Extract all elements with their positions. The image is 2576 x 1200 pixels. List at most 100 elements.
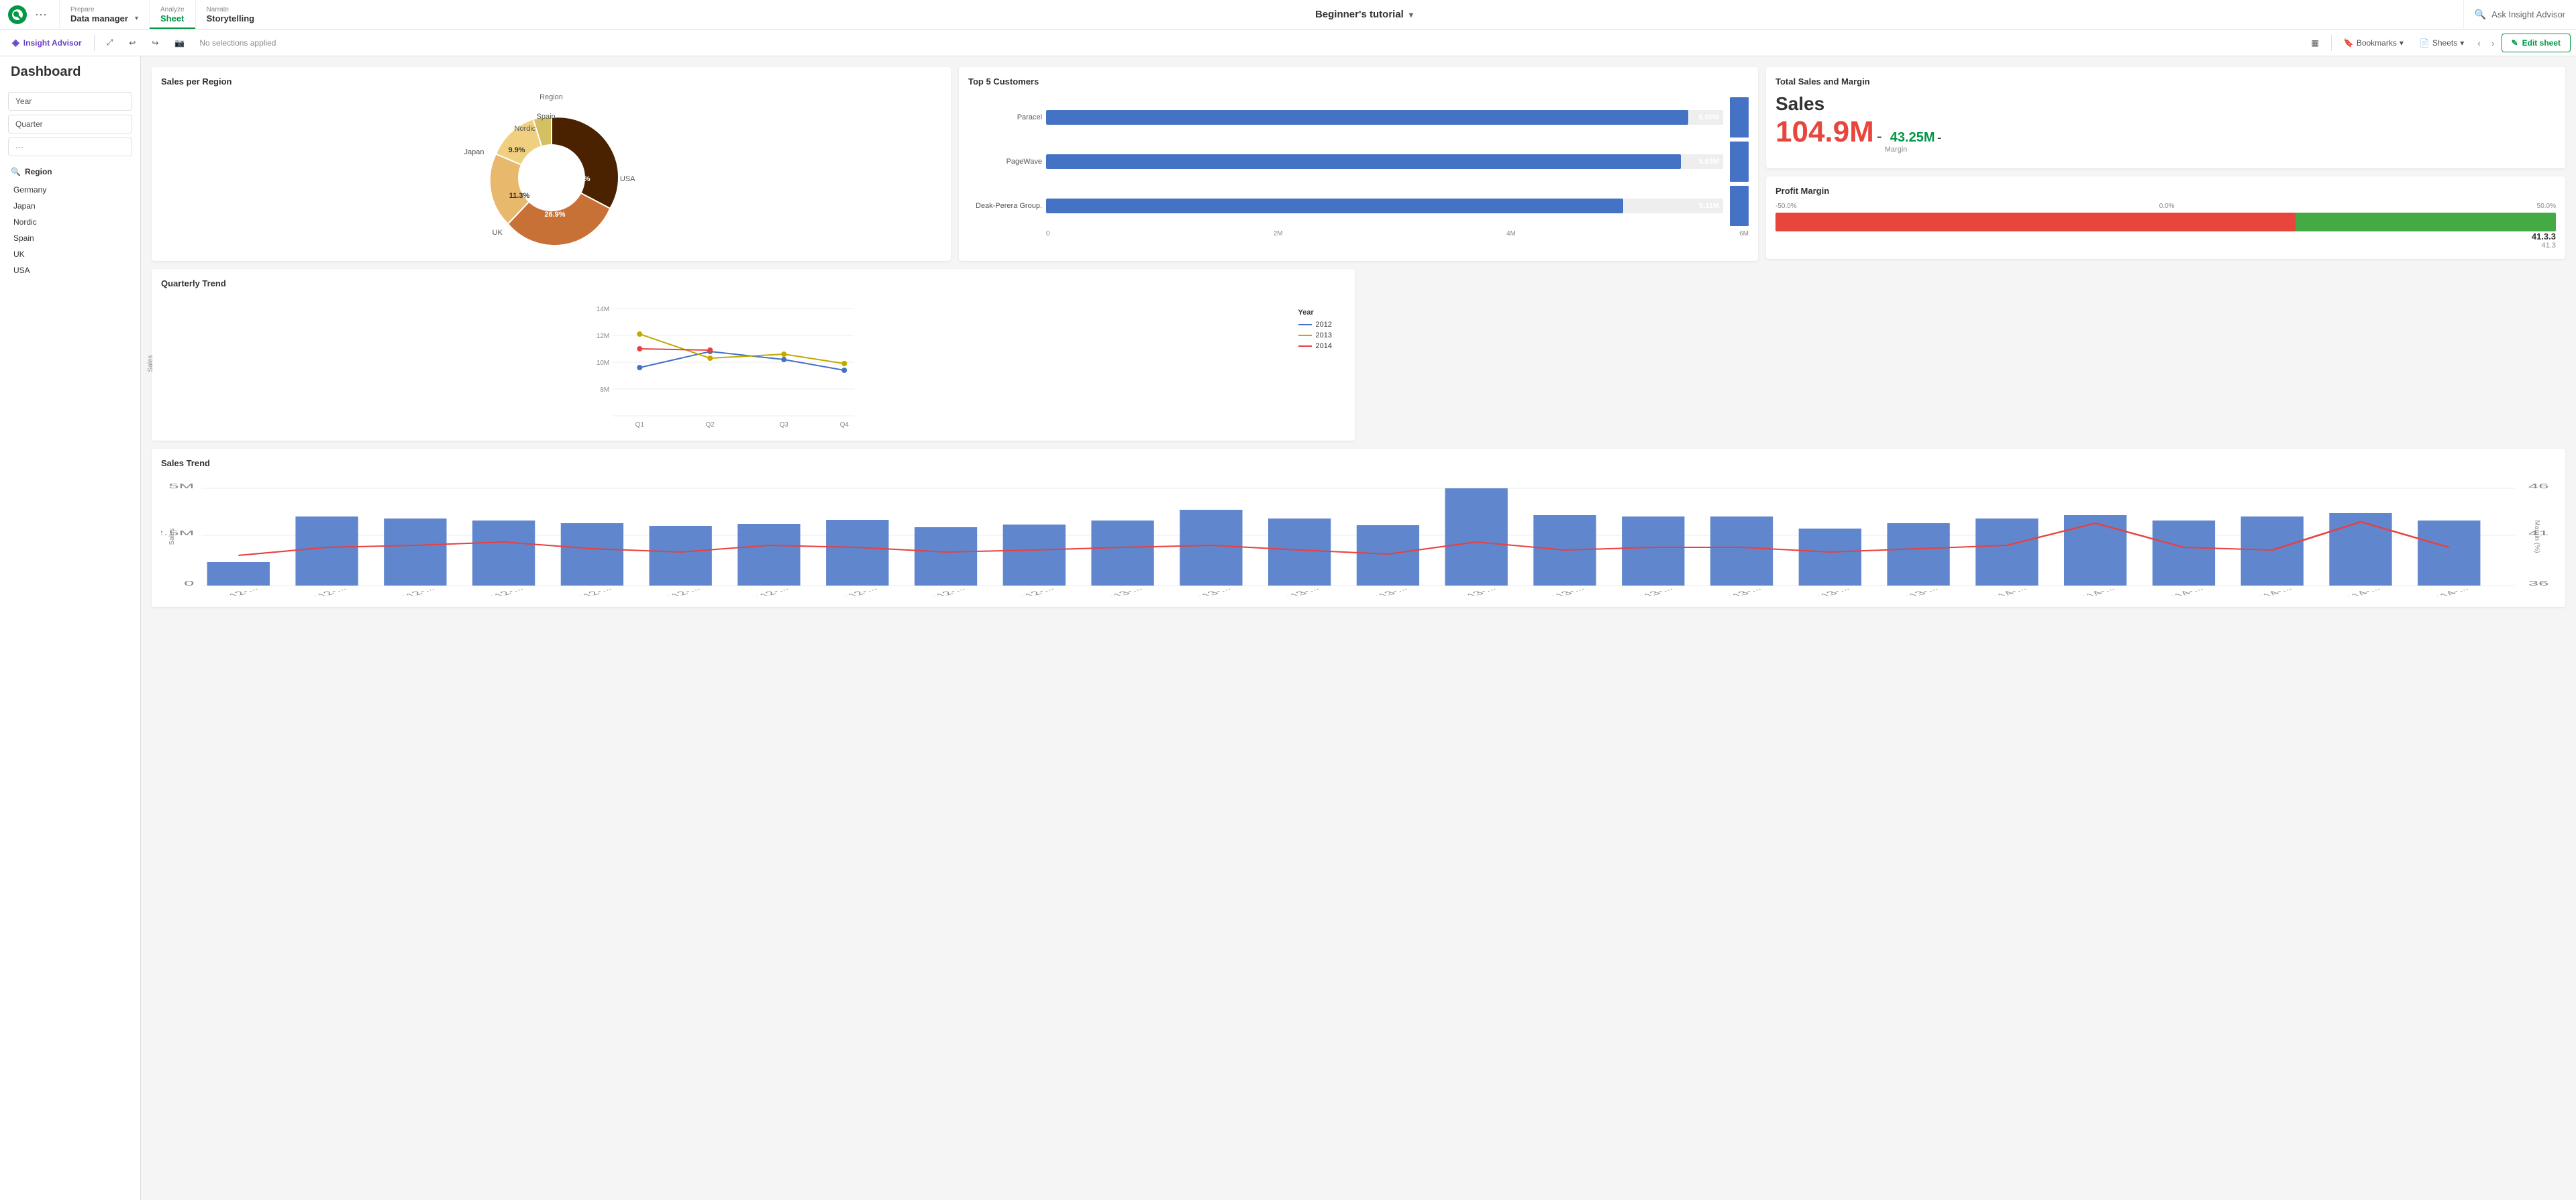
kpi-sales-value: 104.9M [1775,117,1874,147]
svg-text:2013-...: 2013-... [1717,586,1764,596]
bar-track-deakperera[interactable]: 5.11M [1046,199,1723,213]
svg-text:2012-...: 2012-... [656,586,703,596]
main-layout: Dashboard Year Quarter ··· 🔍 Region Germ… [0,56,2576,1200]
region-item-japan[interactable]: Japan [0,198,140,214]
bar-row-paracel: Paracel 5.69M [968,97,1749,138]
camera-icon: 📷 [174,38,185,48]
svg-text:2012-...: 2012-... [744,586,791,596]
region-item-nordic[interactable]: Nordic [0,214,140,230]
bar-mini-deakperera[interactable] [1730,186,1749,226]
edit-sheet-button[interactable]: ✎ Edit sheet [2502,34,2571,52]
region-item-germany[interactable]: Germany [0,182,140,198]
region-list: Germany Japan Nordic Spain UK USA [0,179,140,281]
svg-text:45.5%: 45.5% [569,175,590,183]
bar-row-pagewave: PageWave 5.63M [968,142,1749,182]
narrate-nav: Narrate Storytelling [195,0,266,29]
bar-label-paracel: Paracel [968,113,1042,121]
prepare-arrow-icon: ▾ [135,15,138,22]
nav-forward-icon[interactable]: › [2487,35,2499,51]
svg-text:2013-...: 2013-... [1894,586,1941,596]
bar-track-paracel[interactable]: 5.69M [1046,110,1723,125]
bar-fill-pagewave [1046,154,1681,169]
profit-margin-value: 41.3.3 [1775,231,2556,241]
top5-title: Top 5 Customers [968,76,1749,87]
bookmarks-chevron-icon: ▾ [2400,38,2404,48]
svg-text:2013-...: 2013-... [1186,586,1233,596]
toolbar-right: ▦ 🔖 Bookmarks ▾ 📄 Sheets ▾ ‹ › ✎ Edit sh… [2305,34,2571,52]
bar-mini-pagewave[interactable] [1730,142,1749,182]
region-item-usa[interactable]: USA [0,262,140,278]
profit-margin-axis: -50.0% 0.0% 50.0% [1775,203,2556,210]
spain-label: Spain [537,113,556,121]
qlik-logo-icon[interactable] [8,5,27,24]
pencil-icon: ✎ [2512,38,2518,48]
app-title-area: Beginner's tutorial ▾ [265,0,2463,29]
app-menu-dots[interactable]: ··· [31,7,51,21]
svg-text:2014-...: 2014-... [2336,586,2383,596]
ask-advisor-label: Ask Insight Advisor [2491,9,2565,19]
nav-back-icon[interactable]: ‹ [2473,35,2485,51]
svg-text:2013-...: 2013-... [1098,586,1145,596]
bar-value-deakperera: 5.11M [1699,202,1719,210]
region-item-uk[interactable]: UK [0,246,140,262]
sidebar: Dashboard Year Quarter ··· 🔍 Region Germ… [0,56,141,1200]
svg-text:2014-...: 2014-... [2248,586,2295,596]
svg-text:26.9%: 26.9% [544,211,565,219]
bar-track-pagewave[interactable]: 5.63M [1046,154,1723,169]
logo-area: ··· [0,0,59,29]
legend-2013: 2013 [1298,331,1345,339]
expand-button[interactable]: ⤢ [100,35,120,50]
more-filters[interactable]: ··· [8,138,132,156]
app-title-chevron-icon[interactable]: ▾ [1409,10,1413,19]
search-icon: 🔍 [2475,9,2486,20]
svg-text:2013-...: 2013-... [1452,586,1499,596]
snapshot-button[interactable]: 📷 [168,36,191,50]
kpi-sales-label: Sales [1775,93,2556,115]
analyze-nav: Analyze Sheet [149,0,195,29]
prepare-nav-item[interactable]: Prepare Data manager ▾ [60,0,149,29]
svg-text:2012-...: 2012-... [568,586,615,596]
svg-text:46: 46 [2528,482,2549,490]
narrate-nav-item[interactable]: Narrate Storytelling [196,0,266,29]
kpi-margin-value: 43.25M [1890,130,1935,145]
insight-advisor-button[interactable]: ◈ Insight Advisor [5,34,89,51]
qt-y-axis-label: Sales [147,355,154,372]
analyze-nav-item[interactable]: Analyze Sheet [150,0,195,29]
region-section: 🔍 Region [0,160,140,179]
kpi-separator: - [1877,127,1882,146]
svg-text:2012-...: 2012-... [921,586,968,596]
japan-label: Japan [464,148,484,156]
svg-text:2012-...: 2012-... [1010,586,1057,596]
kpi-margin-label: Margin [1885,146,1941,154]
svg-text:2012-...: 2012-... [479,586,526,596]
quarterly-trend-svg: 14M 12M 10M 8M Q1 Q2 Q3 Q4 [161,295,1293,429]
svg-text:36: 36 [2528,580,2549,587]
grid-view-button[interactable]: ▦ [2305,36,2326,50]
redo-button[interactable]: ↪ [145,36,165,50]
sales-trend-svg: 5M 2.5M 0 46 41 36 [161,475,2556,596]
bar-mini-paracel[interactable] [1730,97,1749,138]
year-filter[interactable]: Year [8,92,132,111]
profit-margin-title: Profit Margin [1775,186,2556,196]
svg-text:2013-...: 2013-... [1806,586,1853,596]
region-item-spain[interactable]: Spain [0,230,140,246]
svg-text:11.3%: 11.3% [509,192,529,200]
undo-button[interactable]: ↩ [122,36,142,50]
sales-trend-card: Sales Trend Sales Margin (%) 5M 2.5M 0 4… [152,449,2565,607]
quarter-filter[interactable]: Quarter [8,115,132,133]
profit-margin-bar [1775,213,2556,231]
nordic-label: Nordic [515,125,536,133]
bar-fill-deakperera [1046,199,1623,213]
ask-insight-advisor-button[interactable]: 🔍 Ask Insight Advisor [2463,0,2576,29]
top5-customers-card: Top 5 Customers Paracel 5.69M PageWave [959,67,1758,261]
kpi-row: 104.9M - 43.25M - Margin [1775,117,2556,154]
bookmarks-button[interactable]: 🔖 Bookmarks ▾ [2337,36,2410,50]
svg-text:Q3: Q3 [780,421,789,429]
svg-text:2014-...: 2014-... [2071,586,2118,596]
sheets-button[interactable]: 📄 Sheets ▾ [2413,36,2471,50]
svg-text:2012-...: 2012-... [214,586,261,596]
svg-text:2013-...: 2013-... [1363,586,1410,596]
svg-text:2014-...: 2014-... [2424,586,2471,596]
lightbulb-icon: ◈ [12,37,19,48]
bar-row-deakperera: Deak-Perera Group. 5.11M [968,186,1749,226]
